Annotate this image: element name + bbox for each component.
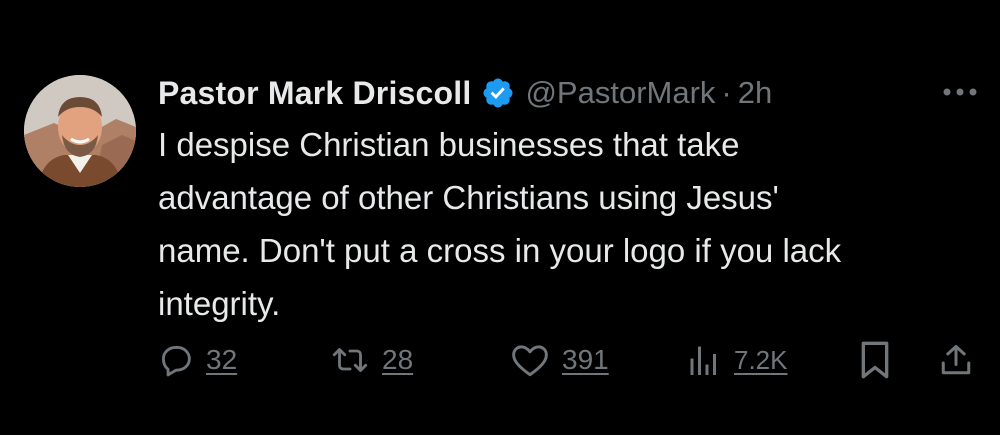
repost-count[interactable]: 28	[382, 344, 413, 376]
handle[interactable]: @PastorMark	[525, 75, 715, 111]
like-icon	[510, 342, 550, 378]
like-count[interactable]: 391	[562, 344, 609, 376]
tweet-header: Pastor Mark Driscoll @PastorMark · 2h	[158, 70, 772, 116]
views-count[interactable]: 7.2K	[734, 345, 788, 376]
tweet-text: I despise Christian businesses that take…	[158, 118, 978, 330]
reply-icon	[158, 342, 194, 378]
timestamp[interactable]: 2h	[738, 75, 772, 111]
tweet[interactable]: Pastor Mark Driscoll @PastorMark · 2h I …	[0, 0, 1000, 435]
bookmark-icon	[858, 340, 892, 380]
share-icon	[938, 341, 974, 379]
separator-dot: ·	[721, 75, 732, 110]
avatar[interactable]	[24, 75, 136, 187]
reply-count[interactable]: 32	[206, 344, 237, 376]
share-button[interactable]	[938, 337, 974, 383]
tweet-text-line: integrity.	[158, 285, 281, 322]
like-button[interactable]: 391	[510, 337, 609, 383]
display-name[interactable]: Pastor Mark Driscoll	[158, 75, 471, 112]
reply-button[interactable]: 32	[158, 337, 237, 383]
tweet-text-line: I despise Christian businesses that take	[158, 126, 740, 163]
views-icon	[686, 342, 722, 378]
tweet-text-line: advantage of other Christians using Jesu…	[158, 179, 779, 216]
tweet-text-line: name. Don't put a cross in your logo if …	[158, 232, 842, 269]
bookmark-button[interactable]	[858, 337, 892, 383]
verified-badge-icon[interactable]	[481, 76, 515, 110]
more-icon[interactable]	[940, 80, 980, 104]
views-button[interactable]: 7.2K	[686, 337, 788, 383]
repost-icon	[330, 342, 370, 378]
repost-button[interactable]: 28	[330, 337, 413, 383]
action-bar: 32 28 391 7.2K	[158, 337, 978, 383]
